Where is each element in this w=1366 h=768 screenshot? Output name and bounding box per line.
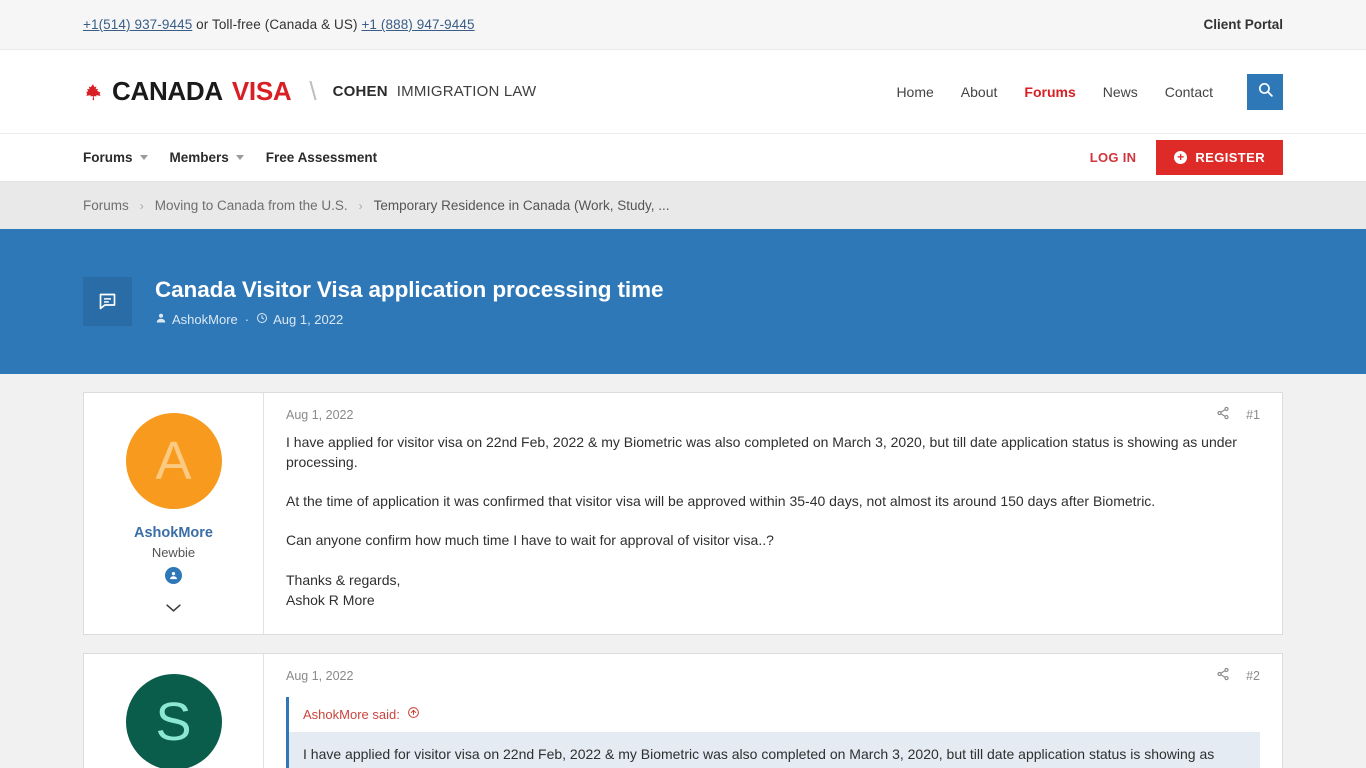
thread-title-banner: Canada Visitor Visa application processi…	[0, 229, 1366, 374]
subnav-item-forums[interactable]: Forums	[83, 150, 148, 165]
maple-leaf-icon	[83, 83, 103, 103]
register-button[interactable]: + REGISTER	[1156, 140, 1283, 175]
post-content: Aug 1, 2022 #1 I have applied for visito…	[264, 393, 1282, 634]
thread-heading-block: Canada Visitor Visa application processi…	[155, 277, 663, 327]
subnav-links: Forums Members Free Assessment	[83, 150, 377, 165]
table-row: A AshokMore Newbie Aug 1, 2022 #1 I have…	[83, 392, 1283, 635]
secondary-navigation: Forums Members Free Assessment LOG IN + …	[0, 134, 1366, 182]
phone-tollfree-link[interactable]: +1 (888) 947-9445	[361, 17, 474, 32]
quote-block: AshokMore said: I have applied for visit…	[286, 697, 1260, 768]
clock-icon	[256, 312, 268, 327]
login-button[interactable]: LOG IN	[1090, 150, 1137, 165]
chevron-down-icon	[139, 155, 148, 160]
subnav-item-label: Free Assessment	[265, 150, 378, 165]
subnav-item-free-assessment[interactable]: Free Assessment	[266, 150, 377, 165]
nav-item-contact[interactable]: Contact	[1165, 84, 1213, 100]
post-number[interactable]: #1	[1246, 408, 1260, 422]
post-paragraph: Can anyone confirm how much time I have …	[286, 532, 774, 549]
table-row: S Aug 1, 2022 #2 AshokMore said: I have …	[83, 653, 1283, 768]
quote-header: AshokMore said:	[289, 697, 1260, 732]
logo-canada-text: CANADA	[112, 76, 223, 106]
nav-item-about[interactable]: About	[961, 84, 998, 100]
post-author-name[interactable]: AshokMore	[94, 525, 253, 541]
user-icon	[155, 312, 167, 327]
thread-meta: AshokMore · Aug 1, 2022	[155, 312, 663, 327]
post-date[interactable]: Aug 1, 2022	[286, 669, 353, 683]
post-date[interactable]: Aug 1, 2022	[286, 408, 353, 422]
avatar[interactable]: S	[125, 674, 222, 768]
subnav-item-label: Forums	[83, 150, 133, 165]
logo-divider: \	[309, 76, 317, 106]
main-header: CANADA VISA \ COHEN IMMIGRATION LAW Home …	[0, 50, 1366, 134]
breadcrumb-item-moving-to-canada[interactable]: Moving to Canada from the U.S.	[155, 198, 348, 213]
post-author-sidebar: S	[84, 654, 264, 768]
client-portal-area: Client Portal	[1203, 17, 1283, 32]
top-utility-bar: +1(514) 937-9445 or Toll-free (Canada & …	[0, 0, 1366, 50]
primary-navigation: Home About Forums News Contact	[896, 73, 1283, 110]
post-number[interactable]: #2	[1246, 669, 1260, 683]
quote-text: I have applied for visitor visa on 22nd …	[289, 732, 1260, 768]
search-icon	[1257, 81, 1274, 103]
comment-icon	[83, 277, 132, 326]
nav-item-home[interactable]: Home	[896, 84, 933, 100]
share-icon[interactable]	[1216, 667, 1230, 684]
phone-between-text: or Toll-free (Canada & US)	[192, 17, 362, 32]
post-message-body: I have applied for visitor visa on 22nd …	[286, 432, 1260, 610]
auth-actions: LOG IN + REGISTER	[1090, 140, 1283, 175]
post-header-actions: #1	[1216, 406, 1260, 423]
post-paragraph: At the time of application it was confir…	[286, 493, 1156, 510]
post-author-title: Newbie	[151, 545, 196, 560]
subnav-item-label: Members	[169, 150, 229, 165]
subnav-item-members[interactable]: Members	[170, 150, 244, 165]
client-portal-link[interactable]: Client Portal	[1203, 17, 1283, 32]
breadcrumb-separator: ›	[358, 198, 363, 213]
site-logo[interactable]: CANADA VISA \ COHEN IMMIGRATION LAW	[83, 76, 536, 107]
quote-author: AshokMore said:	[303, 706, 400, 722]
breadcrumb-separator: ›	[139, 198, 144, 213]
thread-date: Aug 1, 2022	[273, 311, 344, 327]
phone-primary-link[interactable]: +1(514) 937-9445	[83, 17, 192, 32]
meta-dot: ·	[244, 311, 250, 327]
logo-cohen-bold: COHEN	[332, 83, 388, 100]
register-button-label: REGISTER	[1195, 150, 1265, 165]
share-icon[interactable]	[1216, 406, 1230, 423]
nav-item-forums[interactable]: Forums	[1024, 84, 1075, 100]
post-paragraph: I have applied for visitor visa on 22nd …	[286, 434, 1237, 471]
post-header: Aug 1, 2022 #1	[286, 406, 1260, 432]
plus-circle-icon: +	[1174, 151, 1188, 164]
avatar[interactable]: A	[125, 413, 222, 509]
arrow-up-circle-icon[interactable]	[407, 706, 420, 722]
thread-author[interactable]: AshokMore	[172, 312, 238, 327]
chevron-down-icon	[235, 155, 244, 160]
post-content: Aug 1, 2022 #2 AshokMore said: I have ap…	[264, 654, 1282, 768]
post-signature: Thanks & regards, Ashok R More	[286, 571, 401, 608]
breadcrumb: Forums › Moving to Canada from the U.S. …	[0, 182, 1366, 229]
search-button[interactable]	[1247, 73, 1283, 110]
logo-cohen-rest: IMMIGRATION LAW	[396, 83, 537, 100]
posts-container: A AshokMore Newbie Aug 1, 2022 #1 I have…	[0, 392, 1366, 768]
thread-title-group: Canada Visitor Visa application processi…	[83, 277, 663, 327]
nav-item-news[interactable]: News	[1103, 84, 1138, 100]
page-title: Canada Visitor Visa application processi…	[155, 276, 664, 302]
contact-phones: +1(514) 937-9445 or Toll-free (Canada & …	[83, 17, 475, 32]
breadcrumb-item-forums[interactable]: Forums	[83, 198, 129, 213]
post-header-actions: #2	[1216, 667, 1260, 684]
user-badge-icon[interactable]	[165, 567, 182, 584]
breadcrumb-item-temporary-residence[interactable]: Temporary Residence in Canada (Work, Stu…	[374, 198, 670, 213]
post-header: Aug 1, 2022 #2	[286, 667, 1260, 693]
chevron-down-icon[interactable]	[94, 600, 253, 618]
logo-visa-text: VISA	[231, 76, 292, 106]
post-author-sidebar: A AshokMore Newbie	[84, 393, 264, 634]
